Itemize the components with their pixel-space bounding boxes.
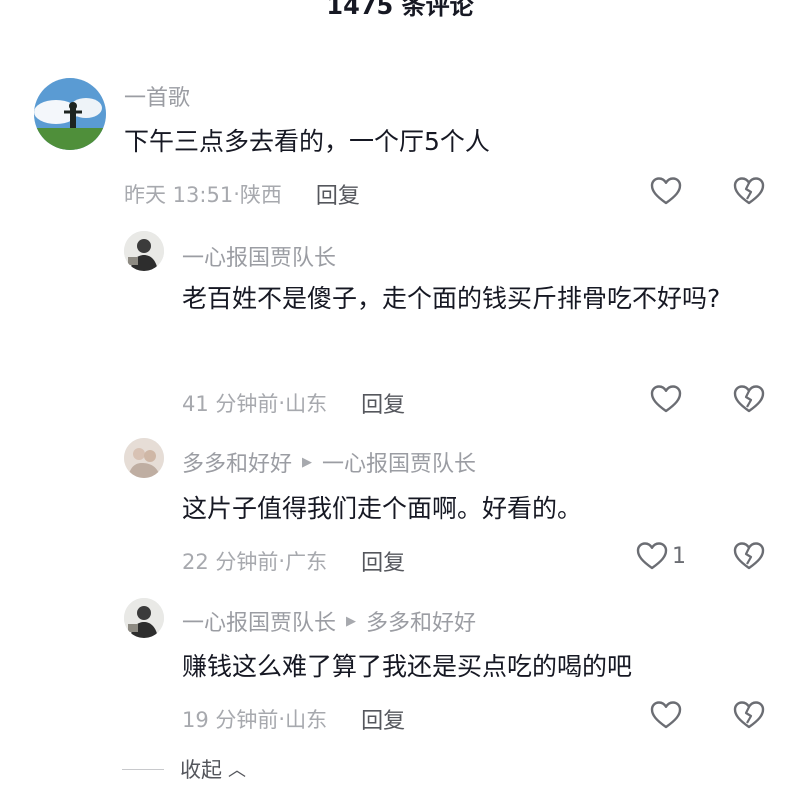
comment-time: 41 分钟前 [182,392,279,416]
dislike-button[interactable] [733,700,765,730]
like-button[interactable] [650,700,682,730]
comment-author: 多多和好好 ▶ 一心报国贾队长 [182,446,476,478]
author-name[interactable]: 一首歌 [124,80,190,112]
dislike-button[interactable] [733,176,765,206]
comment-text: 老百姓不是傻子，走个面的钱买斤排骨吃不好吗? [182,284,721,313]
portrait-avatar-image [124,598,164,638]
comment-meta: 昨天 13:51 · 陕西 回复 [124,178,360,210]
avatar[interactable] [124,231,164,271]
avatar[interactable] [34,78,106,150]
broken-heart-icon [733,385,765,413]
comments-panel: 1475 条评论 一首歌 下午三点多去看的，一个厅5个人 昨天 13:51 · … [0,0,800,799]
avatar[interactable] [124,438,164,478]
divider-line [122,768,164,770]
landscape-avatar-image [34,78,106,150]
heart-outline-icon [650,177,682,205]
dislike-button[interactable] [733,384,765,414]
comment-meta: 19 分钟前 · 山东 回复 [182,703,405,735]
like-button[interactable] [650,384,682,414]
reply-button[interactable]: 回复 [361,387,405,419]
heart-outline-icon [636,542,668,570]
portrait-avatar-image [124,231,164,271]
author-name[interactable]: 一心报国贾队长 [182,240,336,272]
comment-author[interactable]: 一心报国贾队长 [182,240,336,272]
broken-heart-icon [733,542,765,570]
comment-author: 一心报国贾队长 ▶ 多多和好好 [182,605,476,637]
comment-text: 下午三点多去看的，一个厅5个人 [124,127,490,156]
heart-outline-icon [650,385,682,413]
reply-button[interactable]: 回复 [361,703,405,735]
comment-location: 山东 [285,708,328,732]
comment-meta: 41 分钟前 · 山东 回复 [182,387,405,419]
reply-button[interactable]: 回复 [316,178,360,210]
comments-count-title: 1475 条评论 [326,0,474,20]
comment-time: 19 分钟前 [182,708,279,732]
comment-meta: 22 分钟前 · 广东 回复 [182,545,405,577]
like-button[interactable]: 1 [636,541,686,571]
reply-button[interactable]: 回复 [361,545,405,577]
heart-outline-icon [650,701,682,729]
reply-to-name[interactable]: 多多和好好 [366,605,476,637]
avatar[interactable] [124,598,164,638]
like-count: 1 [672,543,686,569]
author-name[interactable]: 一心报国贾队长 [182,605,336,637]
chevron-up-icon: ︿ [228,760,246,781]
comment-location: 广东 [285,550,328,574]
reply-to-name[interactable]: 一心报国贾队长 [322,446,476,478]
comment-location: 陕西 [239,183,282,207]
dislike-button[interactable] [733,541,765,571]
broken-heart-icon [733,701,765,729]
comment-location: 山东 [285,392,328,416]
collapse-label[interactable]: 收起 [180,754,222,784]
like-button[interactable] [650,176,682,206]
group-avatar-image [124,438,164,478]
comment-author[interactable]: 一首歌 [124,80,190,112]
comment-time: 22 分钟前 [182,550,279,574]
comment-text: 赚钱这么难了算了我还是买点吃的喝的吧 [182,652,633,681]
author-name[interactable]: 多多和好好 [182,446,292,478]
comment-text: 这片子值得我们走个面啊。好看的。 [182,494,583,523]
play-triangle-icon: ▶ [346,613,357,629]
play-triangle-icon: ▶ [302,454,313,470]
broken-heart-icon [733,177,765,205]
comment-time: 昨天 13:51 [124,183,234,207]
collapse-replies-button[interactable]: 收起 ︿ [122,754,246,784]
